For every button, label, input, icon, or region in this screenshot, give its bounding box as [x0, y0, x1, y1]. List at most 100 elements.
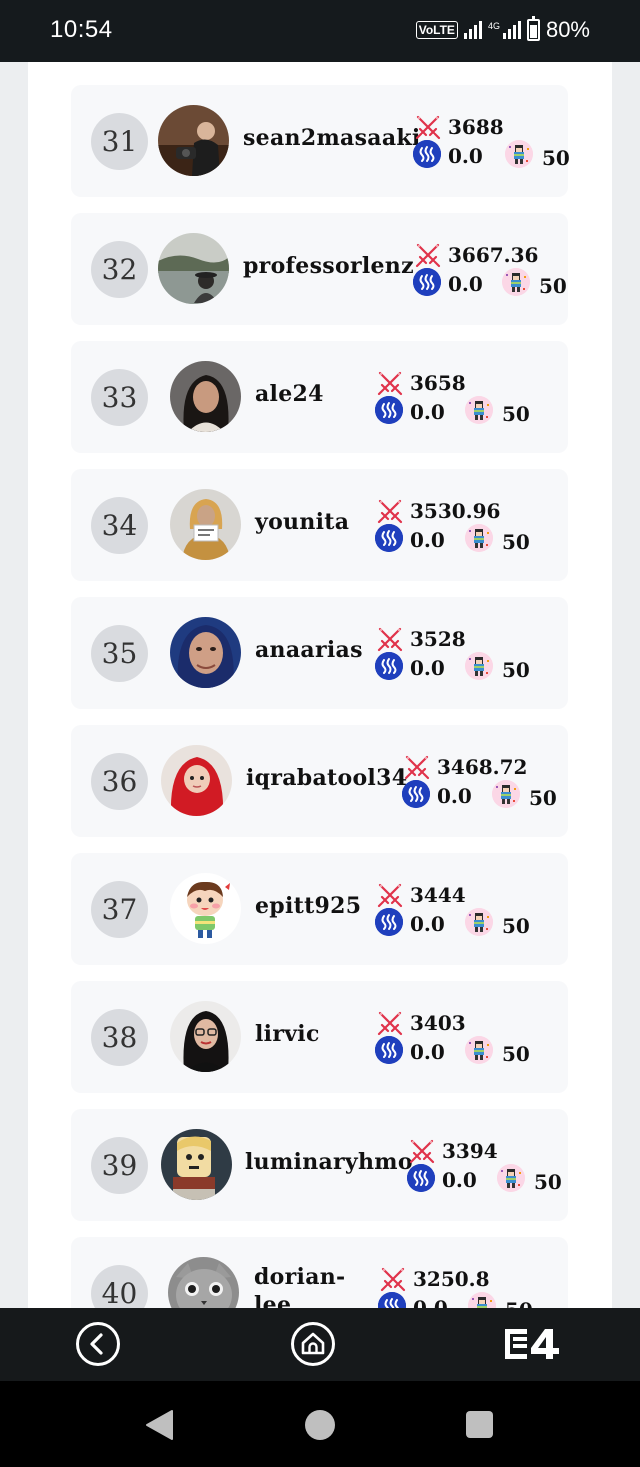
username[interactable]: epitt925	[255, 893, 361, 919]
pixel-character-icon	[465, 1036, 493, 1064]
username[interactable]: dorian-lee	[254, 1263, 346, 1308]
crossed-swords-icon	[377, 882, 403, 908]
points-value: 50	[502, 530, 530, 554]
reputation-value: 3394	[442, 1139, 498, 1163]
rank-badge: 33	[91, 369, 148, 426]
steem-logo-icon	[413, 140, 441, 168]
username[interactable]: luminaryhmo	[245, 1149, 413, 1175]
reputation-value: 3658	[410, 371, 466, 395]
reputation-value: 3530.96	[410, 499, 501, 523]
signal-icon	[463, 21, 482, 39]
rank-badge: 36	[91, 753, 148, 810]
reputation-value: 3667.36	[448, 243, 539, 267]
pixel-character-icon	[502, 268, 530, 296]
red-hijab-child-avatar[interactable]	[161, 745, 232, 816]
back-triangle-icon[interactable]	[143, 1409, 175, 1441]
hijab-sign-avatar[interactable]	[170, 489, 241, 560]
crossed-swords-icon	[377, 626, 403, 652]
leaderboard-row[interactable]: 32 professorlenz 3667.36 0.0 50	[71, 213, 568, 325]
person-with-camera-avatar[interactable]	[158, 105, 229, 176]
crossed-swords-icon	[415, 114, 441, 140]
lake-landscape-avatar[interactable]	[158, 233, 229, 304]
reputation-value: 3688	[448, 115, 504, 139]
reputation-value: 3468.72	[437, 755, 528, 779]
username[interactable]: sean2masaaki	[243, 125, 421, 151]
points-value: 50	[502, 658, 530, 682]
points-value: 50	[529, 786, 557, 810]
brand-logo[interactable]	[505, 1324, 565, 1364]
username-line-2: lee	[254, 1292, 292, 1308]
grey-cat-avatar[interactable]	[168, 1257, 239, 1308]
pixel-character-icon	[492, 780, 520, 808]
steem-logo-icon	[402, 780, 430, 808]
steem-power-value: 0.0	[448, 272, 483, 296]
steem-power-value: 0.0	[410, 400, 445, 424]
leaderboard-row[interactable]: 39 luminaryhmo 3394 0.0 50	[71, 1109, 568, 1221]
volte-icon: VoLTE	[415, 21, 458, 39]
pixel-character-icon	[465, 652, 493, 680]
steem-logo-icon	[413, 268, 441, 296]
steem-power-value: 0.0	[410, 656, 445, 680]
steem-power-value: 0.0	[413, 1296, 448, 1308]
recents-square-icon[interactable]	[466, 1411, 493, 1438]
steem-power-value: 0.0	[442, 1168, 477, 1192]
battery-icon	[526, 16, 540, 41]
pixel-character-icon	[465, 396, 493, 424]
points-value: 50	[502, 402, 530, 426]
leaderboard-scroll-area[interactable]: 31 sean2masaaki 3688 0.0 50 32 professor…	[0, 62, 640, 1308]
steem-power-value: 0.0	[448, 144, 483, 168]
leaderboard-row[interactable]: 37 epitt925 3444 0.0 50	[71, 853, 568, 965]
signal-4g-icon: 4G	[488, 21, 521, 39]
cartoon-boy-avatar[interactable]	[170, 873, 241, 944]
back-arrow-icon[interactable]	[75, 1321, 121, 1367]
crossed-swords-icon	[415, 242, 441, 268]
points-value: 50	[539, 274, 567, 298]
rank-badge: 38	[91, 1009, 148, 1066]
username[interactable]: lirvic	[255, 1021, 320, 1047]
status-bar: 10:54 VoLTE 4G 80%	[0, 0, 640, 62]
rank-badge: 40	[91, 1265, 148, 1308]
leaderboard-row[interactable]: 35 anaarias 3528 0.0 50	[71, 597, 568, 709]
cartoon-character-avatar[interactable]	[161, 1129, 232, 1200]
steem-logo-icon	[378, 1292, 406, 1308]
steem-power-value: 0.0	[410, 528, 445, 552]
home-circle-icon[interactable]	[305, 1410, 335, 1440]
leaderboard-row[interactable]: 34 younita 3530.96 0.0 50	[71, 469, 568, 581]
crossed-swords-icon	[409, 1138, 435, 1164]
steem-logo-icon	[375, 908, 403, 936]
rank-badge: 32	[91, 241, 148, 298]
rank-badge: 39	[91, 1137, 148, 1194]
username[interactable]: professorlenz	[243, 253, 414, 279]
home-icon[interactable]	[290, 1321, 336, 1367]
username[interactable]: iqrabatool34	[246, 765, 407, 791]
username[interactable]: anaarias	[255, 637, 363, 663]
woman-selfie-avatar[interactable]	[170, 617, 241, 688]
username[interactable]: ale24	[255, 381, 324, 407]
reputation-value: 3250.8	[413, 1267, 490, 1291]
leaderboard-row[interactable]: 33 ale24 3658 0.0 50	[71, 341, 568, 453]
points-value: 50	[502, 914, 530, 938]
system-nav-bar	[0, 1381, 640, 1467]
leaderboard-row[interactable]: 40 dorian-lee 3250.8 0.0 50	[71, 1237, 568, 1308]
username[interactable]: younita	[255, 509, 349, 535]
points-value: 50	[542, 146, 570, 170]
username-line-1: dorian-	[254, 1264, 346, 1290]
rank-badge: 35	[91, 625, 148, 682]
points-value: 50	[534, 1170, 562, 1194]
steem-logo-icon	[375, 396, 403, 424]
leaderboard-row[interactable]: 31 sean2masaaki 3688 0.0 50	[71, 85, 570, 197]
woman-glasses-avatar[interactable]	[170, 1001, 241, 1072]
points-value: 50	[502, 1042, 530, 1066]
app-bottom-nav	[0, 1308, 640, 1381]
leaderboard-row[interactable]: 36 iqrabatool34 3468.72 0.0 50	[71, 725, 568, 837]
crossed-swords-icon	[377, 1010, 403, 1036]
rank-badge: 37	[91, 881, 148, 938]
steem-power-value: 0.0	[437, 784, 472, 808]
crossed-swords-icon	[380, 1266, 406, 1292]
rank-badge: 31	[91, 113, 148, 170]
points-value: 50	[505, 1298, 533, 1308]
steem-logo-icon	[375, 1036, 403, 1064]
leaderboard-row[interactable]: 38 lirvic 3403 0.0 50	[71, 981, 568, 1093]
woman-portrait-avatar[interactable]	[170, 361, 241, 432]
pixel-character-icon	[468, 1292, 496, 1308]
